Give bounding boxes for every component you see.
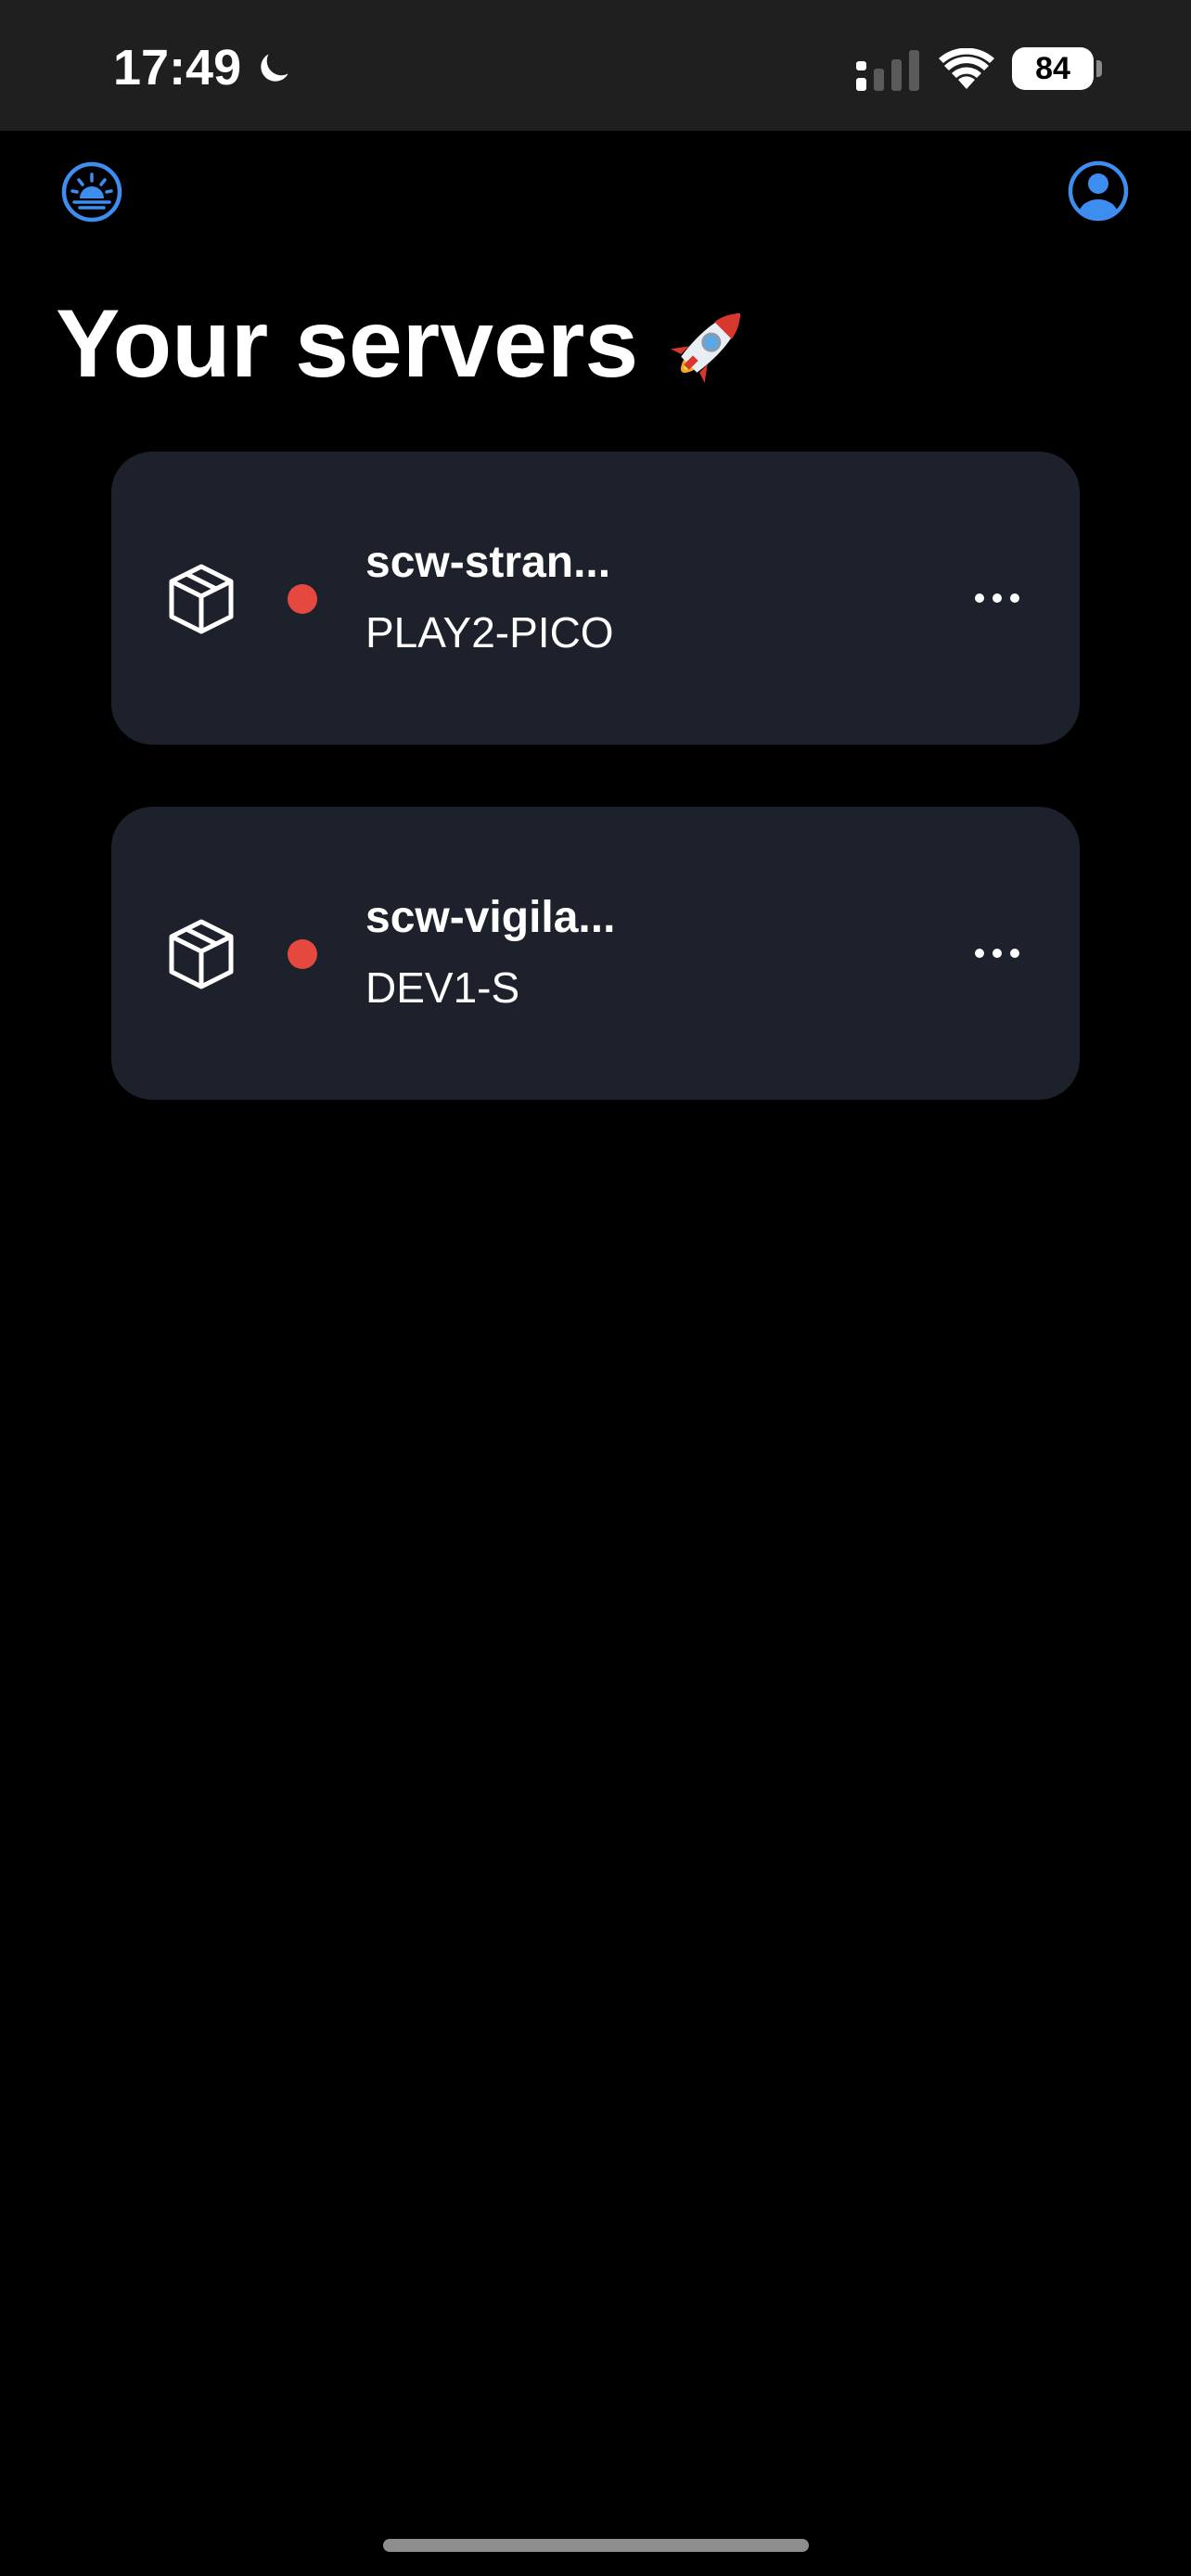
wifi-icon (939, 48, 994, 89)
status-dot (288, 939, 317, 969)
page-title-text: Your servers (56, 290, 639, 398)
status-time: 17:49 (113, 40, 242, 96)
sunrise-icon[interactable] (61, 161, 122, 223)
cube-icon (169, 919, 234, 989)
status-bar: 17:49 84 (0, 0, 1191, 131)
user-profile-icon[interactable] (1068, 160, 1129, 222)
status-dot (288, 584, 317, 614)
more-horizontal-icon (975, 593, 1019, 603)
status-time-wrap: 17:49 (113, 39, 295, 96)
battery-icon: 84 (1012, 47, 1094, 90)
server-name: scw-stran... (365, 538, 611, 587)
rocket-icon (671, 312, 741, 383)
server-card[interactable]: scw-vigila... DEV1-S (111, 807, 1080, 1100)
battery-tip (1096, 60, 1102, 77)
cellular-signal-icon (856, 50, 919, 91)
server-card[interactable]: scw-stran... PLAY2-PICO (111, 452, 1080, 745)
server-name: scw-vigila... (365, 893, 616, 942)
more-options-button[interactable] (965, 925, 1030, 981)
server-type: DEV1-S (365, 963, 520, 1012)
cube-icon (169, 564, 234, 634)
home-indicator[interactable] (383, 2539, 809, 2552)
moon-icon (261, 54, 288, 82)
server-type: PLAY2-PICO (365, 608, 614, 657)
more-options-button[interactable] (965, 570, 1030, 626)
battery-level: 84 (1035, 50, 1070, 86)
page-title: Your servers (56, 289, 759, 400)
more-horizontal-icon (975, 949, 1019, 958)
